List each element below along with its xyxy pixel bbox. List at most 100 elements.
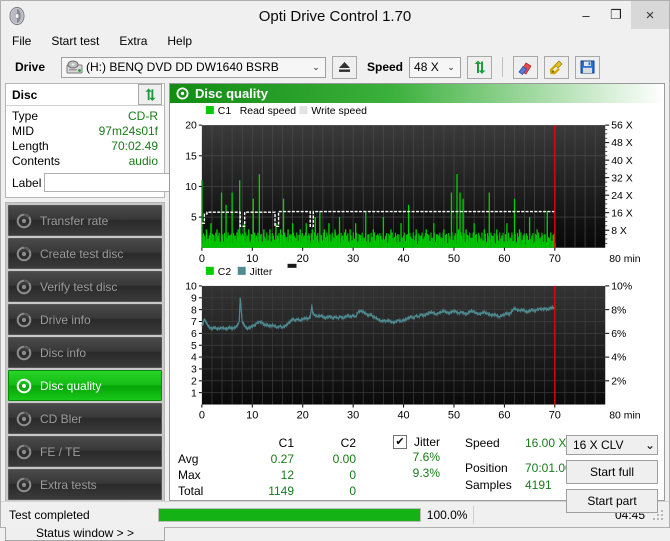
disc-gray-icon — [16, 245, 32, 262]
cell-avg-c2: 0.00 — [332, 451, 356, 466]
sidebar-item-disc-quality[interactable]: Disc quality — [8, 370, 162, 401]
readout-position: Position 70:01.00 — [465, 460, 572, 477]
disc-row-type: Type CD-R — [12, 109, 158, 124]
refresh-button[interactable] — [467, 55, 493, 79]
samples-readout-label: Samples — [465, 477, 512, 492]
write-mode-select[interactable]: 16 X CLV ⌄ — [566, 434, 658, 455]
samples-readout-value: 4191 — [525, 477, 552, 492]
svg-text:30: 30 — [347, 410, 359, 422]
disc-white-icon — [16, 377, 32, 394]
save-button[interactable] — [575, 55, 601, 79]
stats-corner — [178, 435, 232, 451]
svg-text:10%: 10% — [611, 281, 632, 293]
charts-svg[interactable]: C1 Read speed Write speed51015208 X16 X24 … — [170, 103, 664, 433]
disc-info-panel: Disc Type CD-R MID 97m24s01f Length 70:0… — [5, 83, 249, 198]
svg-text:0: 0 — [199, 410, 205, 422]
sidebar-item-fe-te[interactable]: FE / TE — [8, 436, 162, 467]
jitter-label: Jitter — [413, 434, 440, 449]
cell-total-c2: 0 — [349, 483, 356, 498]
application-window: Opti Drive Control 1.70 – ❐ × File Start… — [0, 0, 670, 541]
toolbar: Drive (H:) BENQ DVD DD DW1640 BSRB ⌄ Spe… — [1, 51, 669, 83]
close-button[interactable]: × — [631, 1, 669, 29]
disc-gray-icon — [16, 410, 32, 427]
cell-max-jitter: 9.3% — [412, 465, 440, 480]
speed-select[interactable]: 48 X ⌄ — [409, 56, 462, 78]
svg-text:80 min: 80 min — [609, 253, 641, 265]
drive-select[interactable]: (H:) BENQ DVD DD DW1640 BSRB ⌄ — [61, 56, 326, 78]
sidebar-item-verify-test-disc[interactable]: Verify test disc — [8, 271, 162, 302]
jitter-checkbox[interactable]: ✔ — [392, 434, 407, 449]
sidebar-item-disc-info[interactable]: Disc info — [8, 337, 162, 368]
svg-text:9: 9 — [191, 292, 197, 304]
sidebar-item-transfer-rate[interactable]: Transfer rate — [8, 205, 162, 236]
nav-panel: Transfer rate Create test disc Verify te… — [5, 202, 165, 521]
sidebar-item-label: Extra tests — [40, 477, 97, 492]
speed-label: Speed — [367, 60, 404, 74]
svg-text:10: 10 — [246, 410, 258, 422]
settings-button[interactable] — [544, 55, 570, 79]
svg-text:7: 7 — [191, 316, 197, 328]
sidebar-item-extra-tests[interactable]: Extra tests — [8, 469, 162, 500]
svg-text:70: 70 — [549, 253, 561, 265]
disc-row-mid-key: MID — [12, 124, 34, 138]
svg-text:30: 30 — [347, 253, 359, 265]
minimize-button[interactable]: – — [571, 1, 601, 29]
svg-text:60: 60 — [498, 253, 510, 265]
eject-button[interactable] — [332, 55, 357, 79]
readout-spacer — [465, 452, 572, 460]
disc-gray-icon — [16, 278, 32, 295]
svg-text:0: 0 — [199, 253, 205, 265]
disc-row-type-key: Type — [12, 109, 39, 123]
svg-text:6: 6 — [191, 328, 197, 340]
status-window-button[interactable]: Status window > > — [5, 525, 165, 541]
plug-icon — [549, 60, 563, 74]
svg-text:60: 60 — [498, 410, 510, 422]
table-row: Total 1149 0 — [178, 483, 356, 499]
maximize-button[interactable]: ❐ — [601, 1, 631, 29]
svg-text:10: 10 — [185, 281, 197, 293]
chevron-down-icon: ⌄ — [644, 437, 655, 452]
erase-button[interactable] — [513, 55, 539, 79]
disc-gray-icon — [16, 311, 32, 328]
menu-bar: File Start test Extra Help — [1, 31, 669, 51]
drive-select-value: (H:) BENQ DVD DD DW1640 BSRB — [86, 60, 279, 74]
disc-refresh-button[interactable] — [138, 84, 162, 105]
resize-grip-icon[interactable] — [651, 508, 665, 522]
chevron-down-icon: ⌄ — [447, 61, 455, 72]
title-bar: Opti Drive Control 1.70 – ❐ × — [1, 1, 669, 31]
write-mode-value: 16 X CLV — [573, 437, 624, 452]
column-header-c1: C1 — [278, 435, 294, 450]
svg-text:50: 50 — [448, 410, 460, 422]
sidebar-item-label: FE / TE — [40, 444, 81, 459]
menu-item-start-test[interactable]: Start test — [48, 33, 102, 49]
menu-item-file[interactable]: File — [9, 33, 34, 49]
svg-text:Read speed: Read speed — [240, 105, 297, 117]
jitter-column: ✔ Jitter 7.6% 9.3% — [366, 434, 440, 481]
svg-text:40 X: 40 X — [611, 155, 633, 167]
charts-area: C1 Read speed Write speed 5 10 15 20 8 X 16 X 24 … — [170, 103, 664, 433]
eraser-icon — [518, 62, 532, 75]
menu-item-extra[interactable]: Extra — [116, 33, 150, 49]
menu-item-help[interactable]: Help — [164, 33, 195, 49]
table-row: Max 12 0 — [178, 467, 356, 483]
svg-text:80 min: 80 min — [609, 410, 641, 422]
row-label-avg: Avg — [178, 451, 199, 466]
statistics-area: C1 C2 Avg 0.27 0.00 Max 12 0 Total 1149 … — [170, 433, 664, 513]
readout-samples: Samples 4191 — [465, 477, 572, 494]
start-full-button[interactable]: Start full — [566, 459, 658, 484]
svg-text:16 X: 16 X — [611, 207, 633, 219]
disc-row-mid-value: 97m24s01f — [98, 124, 158, 138]
status-message: Test completed — [9, 507, 90, 522]
disc-info-rows: Type CD-R MID 97m24s01f Length 70:02.49 … — [6, 106, 249, 197]
speed-readout-value: 16.00 X — [525, 435, 567, 450]
start-part-button[interactable]: Start part — [566, 488, 658, 513]
svg-text:2: 2 — [191, 375, 197, 387]
svg-text:3: 3 — [191, 364, 197, 376]
sidebar-item-cd-bler[interactable]: CD Bler — [8, 403, 162, 434]
svg-text:C2: C2 — [218, 266, 232, 278]
sidebar-item-drive-info[interactable]: Drive info — [8, 304, 162, 335]
sidebar: Disc Type CD-R MID 97m24s01f Length 70:0… — [5, 83, 249, 541]
cell-avg-jitter: 7.6% — [412, 449, 440, 464]
position-readout-label: Position — [465, 460, 508, 475]
sidebar-item-create-test-disc[interactable]: Create test disc — [8, 238, 162, 269]
